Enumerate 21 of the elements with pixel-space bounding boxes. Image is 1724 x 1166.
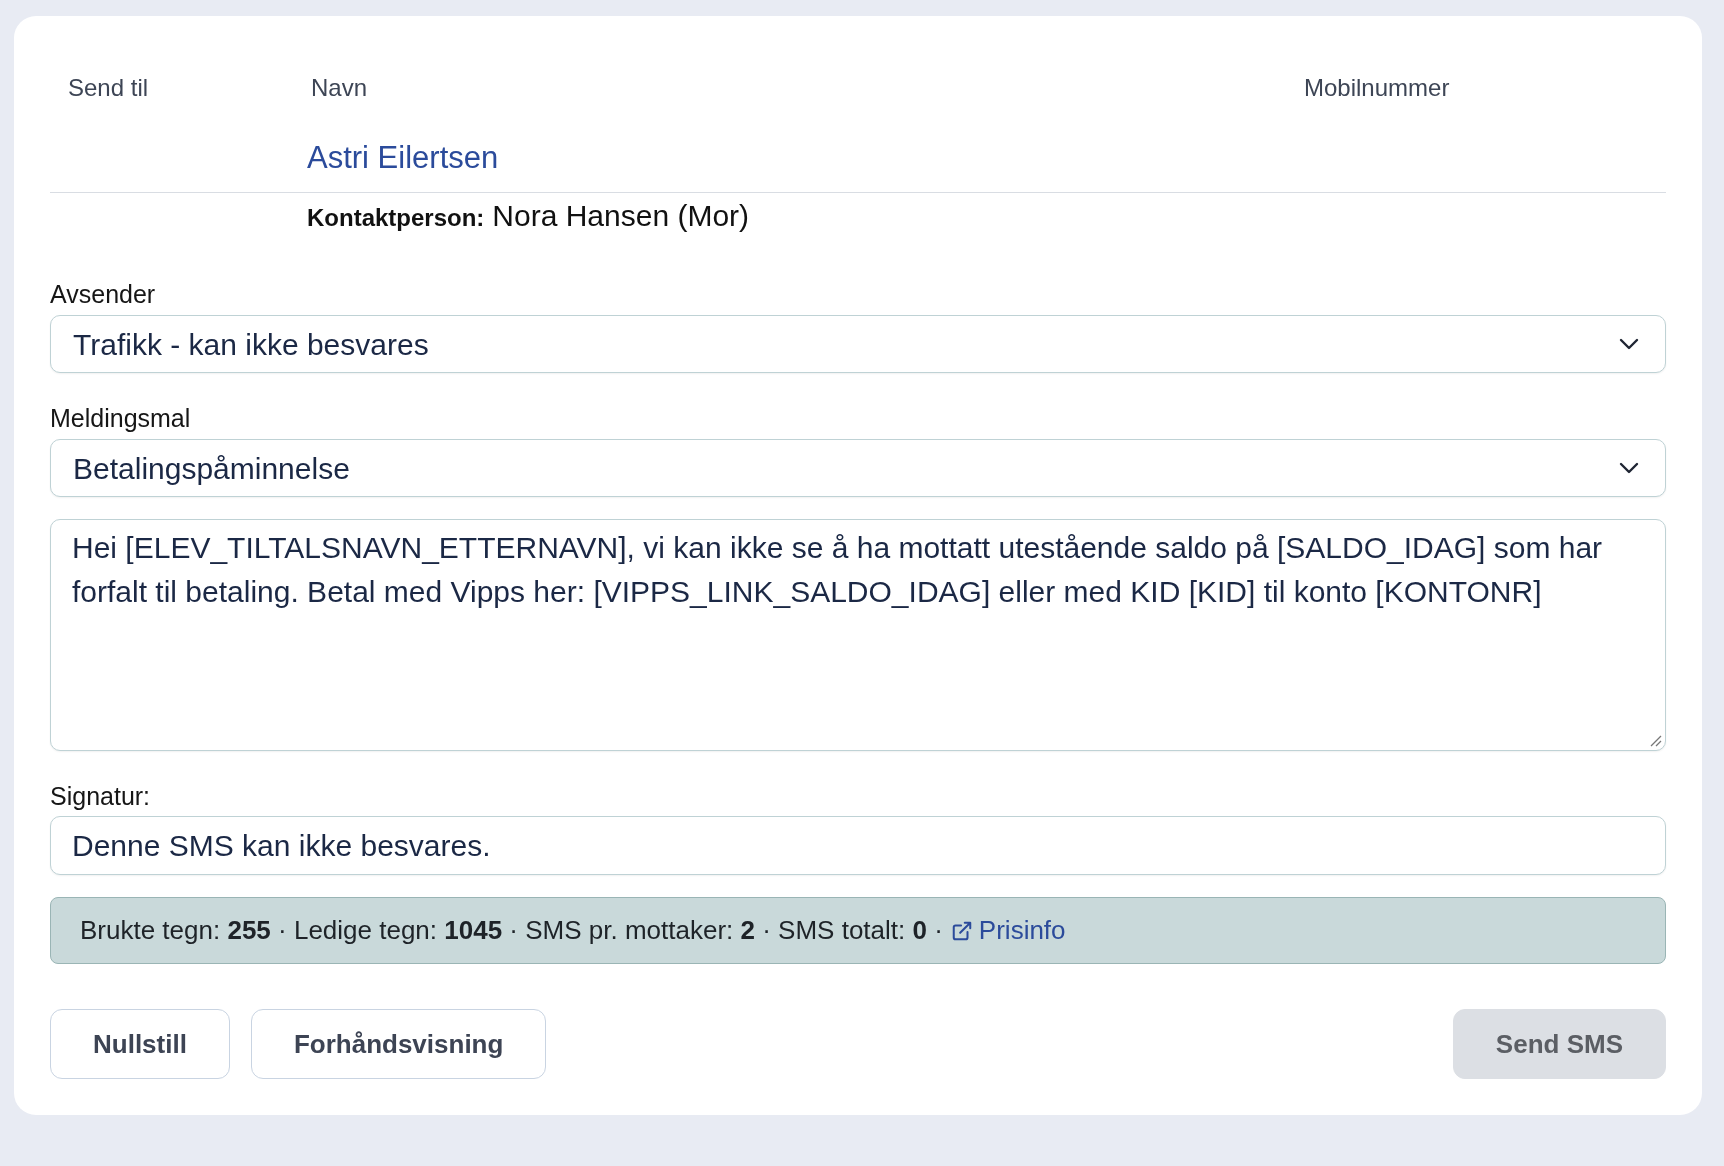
contact-label: Kontaktperson: <box>307 203 485 233</box>
field-label: Avsender <box>50 279 156 309</box>
student-name-link[interactable]: Astri Eilertsen <box>307 139 499 175</box>
chevron-down-icon <box>1619 338 1639 350</box>
column-header: Send til <box>68 74 149 101</box>
signature-field[interactable]: Denne SMS kan ikke besvares. <box>50 816 1666 875</box>
field-label: Meldingsmal <box>50 403 191 433</box>
chevron-down-icon <box>1619 462 1639 474</box>
column-header: Mobilnummer <box>1304 74 1450 101</box>
resize-grip-icon[interactable] <box>1650 735 1662 747</box>
dropdown-select[interactable]: Trafikk - kan ikke besvares <box>50 315 1666 373</box>
dropdown-select[interactable]: Betalingspåminnelse <box>50 439 1666 497</box>
field-label: Signatur: <box>50 781 151 811</box>
column-header: Navn <box>311 74 368 101</box>
message-field[interactable]: Hei [ELEV_TILTALSNAVN_ETTERNAVN], vi kan ikke se å ha mottatt utestående saldo på [SALDO_IDAG] som har forfalt til betaling. Betal med Vipps her: [VIPPS_LINK_SALDO_IDAG] eller med KID [KID] til konto [KONTONR] <box>50 519 1666 751</box>
contact-name: Nora Hansen (Mor) <box>492 198 750 234</box>
sms-stats-text: Brukte tegn: 255 · Ledige tegn: 1045 · SMS pr. mottaker: 2 · SMS totalt: 0 · <box>80 914 943 947</box>
action-button[interactable]: Forhåndsvisning <box>250 1009 547 1079</box>
action-button[interactable]: Nullstill <box>50 1009 230 1079</box>
price-info-link[interactable]: Prisinfo <box>950 911 1066 950</box>
external-link-icon <box>950 919 973 942</box>
